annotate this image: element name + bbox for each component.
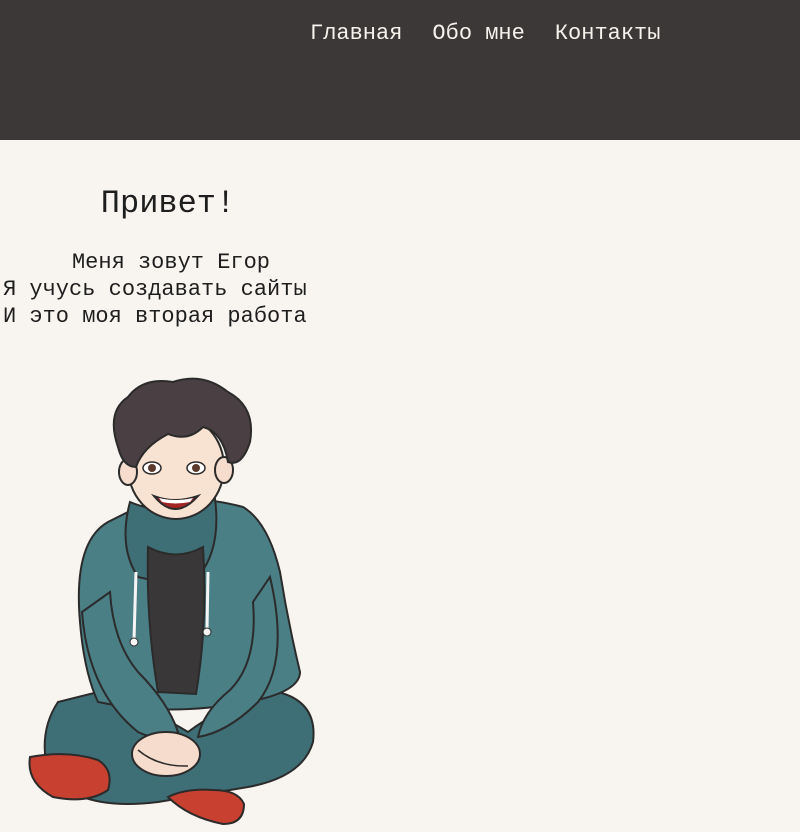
main-nav: Главная Обо мне Контакты (310, 20, 660, 48)
hero-title: Привет! (100, 185, 236, 222)
nav-link-contacts[interactable]: Контакты (555, 20, 661, 48)
cartoon-boy-illustration (28, 377, 315, 826)
site-header: Главная Обо мне Контакты (0, 0, 800, 140)
nav-link-home[interactable]: Главная (310, 20, 402, 48)
nav-link-about[interactable]: Обо мне (432, 20, 524, 48)
intro-line-learning: Я учусь создавать сайты (3, 277, 307, 302)
hero-intro: Меня зовут Егор Я учусь создавать сайты … (3, 249, 339, 330)
intro-line-name: Меня зовут Егор (71, 250, 271, 275)
intro-line-work: И это моя вторая работа (3, 304, 307, 329)
